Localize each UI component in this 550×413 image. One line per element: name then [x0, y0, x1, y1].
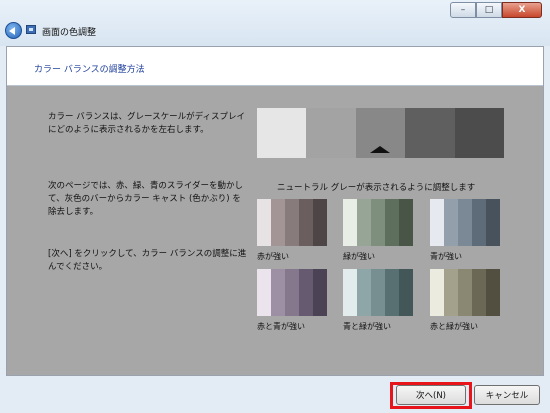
swatch-bar: [285, 269, 299, 316]
swatch-bar: [257, 269, 271, 316]
cancel-button[interactable]: キャンセル: [474, 385, 540, 405]
swatch-bar: [371, 199, 385, 246]
close-button[interactable]: X: [502, 2, 542, 18]
swatch-bar: [357, 269, 371, 316]
swatch-bar: [430, 199, 444, 246]
swatch-bar: [371, 269, 385, 316]
swatch-bar: [444, 269, 458, 316]
instruction-paragraph-2: 次のページでは、赤、緑、青のスライダーを動かして、灰色のバーからカラー キャスト…: [48, 181, 243, 217]
neutral-gray-bar: [454, 108, 505, 158]
swatch-red-strong: [257, 199, 327, 246]
swatch-blue-strong: [430, 199, 500, 246]
swatch-bar: [299, 269, 313, 316]
swatch-bar: [472, 269, 486, 316]
window-title: 画面の色調整: [42, 28, 97, 38]
neutral-gray-bar: [405, 108, 455, 158]
maximize-button[interactable]: □: [476, 2, 502, 18]
neutral-gray-bar: [257, 108, 307, 158]
swatch-blue-green-strong: [343, 269, 413, 316]
instruction-paragraph-1: カラー バランスは、グレースケールがディスプレイにどのように表示されるかを左右し…: [48, 112, 246, 135]
header-band: カラー バランスの調整方法: [7, 47, 543, 86]
swatch-bar: [458, 199, 472, 246]
swatch-label-red-blue-strong: 赤と青が強い: [257, 322, 305, 331]
swatch-red-blue-strong: [257, 269, 327, 316]
swatch-bar: [430, 269, 444, 316]
minimize-button[interactable]: –: [450, 2, 476, 18]
swatch-bar: [257, 199, 271, 246]
swatch-bar: [486, 199, 500, 246]
window-controls: – □ X: [450, 2, 542, 18]
back-arrow-icon[interactable]: [5, 22, 22, 39]
swatch-bar: [343, 269, 357, 316]
page-title: カラー バランスの調整方法: [34, 65, 145, 75]
swatch-label-blue-green-strong: 青と緑が強い: [343, 322, 391, 331]
swatch-bar: [399, 199, 413, 246]
neutral-gray-label: ニュートラル グレーが表示されるように調整します: [277, 183, 476, 193]
swatch-bar: [458, 269, 472, 316]
swatch-bar: [444, 199, 458, 246]
swatch-bar: [299, 199, 313, 246]
swatch-label-green-strong: 緑が強い: [343, 252, 375, 261]
swatch-bar: [343, 199, 357, 246]
instruction-paragraph-3: [次へ] をクリックして、カラー バランスの調整に進んでください。: [48, 249, 247, 272]
up-arrow-icon: [370, 146, 390, 153]
swatch-bar: [271, 199, 285, 246]
content-panel: カラー バランスの調整方法 カラー バランスは、グレースケールがディスプレイにど…: [6, 46, 544, 376]
swatch-red-green-strong: [430, 269, 500, 316]
display-icon: [26, 25, 36, 34]
swatch-label-blue-strong: 青が強い: [430, 252, 462, 261]
swatch-label-red-strong: 赤が強い: [257, 252, 289, 261]
swatch-bar: [357, 199, 371, 246]
swatch-bar: [385, 199, 399, 246]
swatch-bar: [486, 269, 500, 316]
highlight-box: [390, 382, 472, 409]
swatch-bar: [313, 199, 327, 246]
swatch-bar: [285, 199, 299, 246]
swatch-bar: [385, 269, 399, 316]
swatch-bar: [313, 269, 327, 316]
swatch-green-strong: [343, 199, 413, 246]
swatch-bar: [399, 269, 413, 316]
swatch-bar: [472, 199, 486, 246]
swatch-bar: [271, 269, 285, 316]
neutral-gray-bar: [306, 108, 356, 158]
title-bar: 画面の色調整 – □ X: [0, 0, 550, 46]
swatch-label-red-green-strong: 赤と緑が強い: [430, 322, 478, 331]
